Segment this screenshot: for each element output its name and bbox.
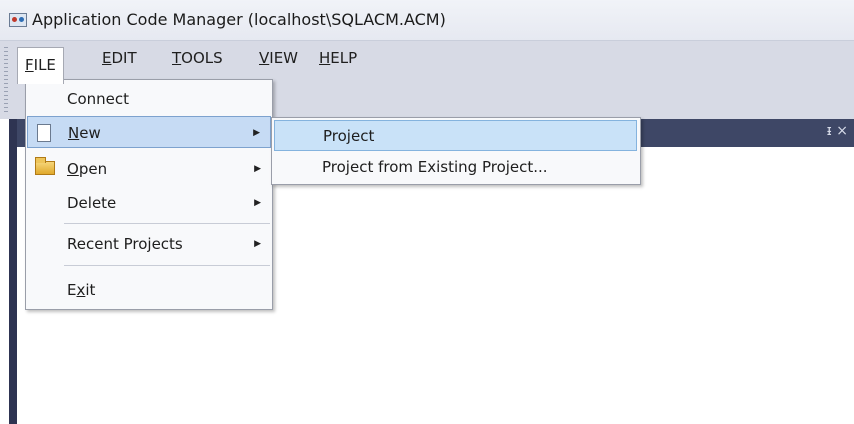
menu-item-recent-projects[interactable]: Recent Projects ▶ <box>27 228 271 260</box>
menu-item-recent-projects-label: Recent Projects <box>67 235 183 253</box>
app-icon <box>9 13 27 27</box>
submenu-item-project[interactable]: Project <box>274 120 637 151</box>
menu-view-rest: IEW <box>269 49 298 67</box>
title-bar: Application Code Manager (localhost\SQLA… <box>0 0 854 41</box>
open-folder-icon <box>35 157 55 175</box>
window-title: Application Code Manager (localhost\SQLA… <box>32 10 446 29</box>
menu-bar: FILE EDIT TOOLS VIEW HELP <box>0 41 854 84</box>
file-menu: Connect New ▶ Open ▶ Delete ▶ Recent Pro… <box>25 79 273 310</box>
menu-item-open-mnemonic: O <box>67 160 79 178</box>
menu-edit[interactable]: EDIT <box>96 41 143 75</box>
submenu-item-project-from-existing-label: Project from Existing Project... <box>322 158 548 176</box>
menu-help-mnemonic: H <box>319 49 331 67</box>
close-icon[interactable]: × <box>836 123 848 139</box>
menu-edit-rest: DIT <box>111 49 137 67</box>
menu-item-delete[interactable]: Delete ▶ <box>27 187 271 219</box>
submenu-arrow-icon: ▶ <box>254 239 261 249</box>
menu-item-new-rest: ew <box>79 124 101 142</box>
menu-item-delete-label: Delete <box>67 194 117 212</box>
menu-item-new[interactable]: New ▶ <box>27 116 271 148</box>
panel-buttons: ᵻ × <box>827 123 848 139</box>
menu-view-mnemonic: V <box>259 49 270 67</box>
menu-help[interactable]: HELP <box>313 41 363 75</box>
menu-tools[interactable]: TOOLS <box>166 41 229 75</box>
menu-tools-rest: OOLS <box>181 49 223 67</box>
menu-file[interactable]: FILE <box>17 47 64 84</box>
submenu-arrow-icon: ▶ <box>254 198 261 208</box>
menu-item-new-label: New <box>68 117 101 149</box>
menu-help-rest: ELP <box>330 49 358 67</box>
toolbar-grip[interactable] <box>4 47 8 115</box>
menu-file-mnemonic: F <box>25 56 34 74</box>
submenu-item-project-label: Project <box>323 127 375 145</box>
menu-item-connect-label: Connect <box>67 90 130 108</box>
pin-icon[interactable]: ᵻ <box>827 123 832 139</box>
menu-item-new-mnemonic: N <box>68 124 80 142</box>
submenu-item-project-from-existing[interactable]: Project from Existing Project... <box>274 152 637 183</box>
menu-item-exit-rest: it <box>85 281 96 299</box>
panel-left-edge <box>9 119 17 424</box>
menu-separator <box>64 265 270 266</box>
menu-item-open-rest: pen <box>78 160 108 178</box>
menu-tools-mnemonic: T <box>172 49 182 67</box>
menu-item-exit[interactable]: Exit <box>27 274 271 306</box>
menu-view[interactable]: VIEW <box>253 41 304 75</box>
menu-item-open-label: Open <box>67 153 107 185</box>
new-submenu: Project Project from Existing Project... <box>271 117 641 185</box>
menu-item-exit-label: Exit <box>67 274 95 306</box>
menu-item-open[interactable]: Open ▶ <box>27 153 271 185</box>
menu-file-rest: ILE <box>33 56 56 74</box>
submenu-arrow-icon: ▶ <box>253 128 260 138</box>
new-document-icon <box>37 124 51 142</box>
menu-item-connect[interactable]: Connect <box>27 83 271 115</box>
menu-separator <box>64 223 270 224</box>
submenu-arrow-icon: ▶ <box>254 164 261 174</box>
